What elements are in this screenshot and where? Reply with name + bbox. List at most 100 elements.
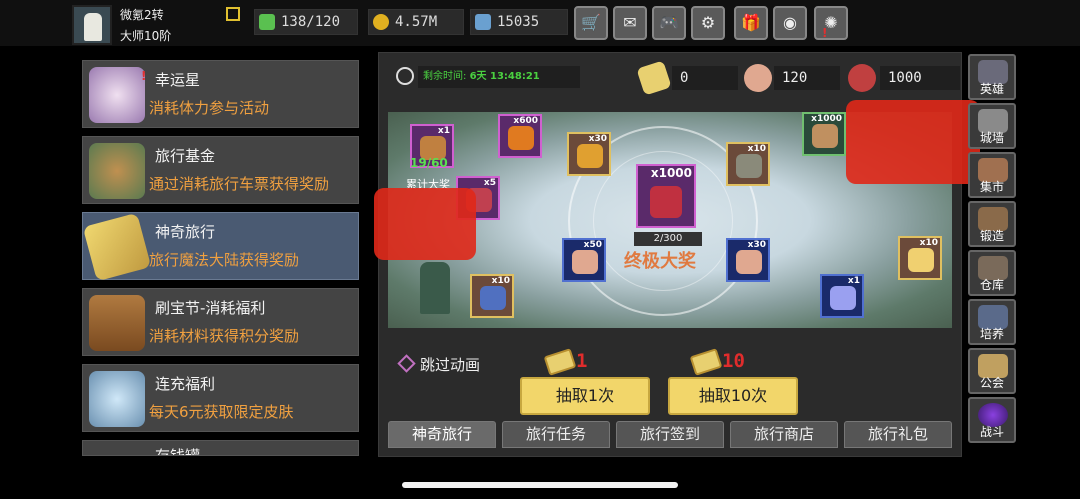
ten-draw-cost: 10 — [722, 350, 745, 372]
event-title: 旅行基金 — [155, 147, 216, 165]
event-item-lucky-star[interactable]: ! 幸运星 消耗体力参与活动 — [82, 60, 359, 128]
timer-label: 剩余时间: — [423, 71, 467, 82]
reward-slot[interactable]: x10 — [898, 236, 942, 280]
stamina-value: 138/120 — [281, 14, 341, 30]
reward-slot[interactable]: x30 — [567, 132, 611, 176]
grand-prize-slot[interactable]: x1000 — [636, 164, 696, 228]
clock-icon — [396, 67, 414, 85]
color-button[interactable]: ◉ — [773, 6, 807, 40]
red-bag-icon — [848, 64, 876, 92]
gear-icon: ⚙ — [700, 13, 716, 32]
crystal-icon — [908, 248, 934, 272]
pouch-icon — [744, 64, 772, 92]
nav-city-wall[interactable]: 城墙 — [968, 103, 1016, 149]
orange-gem-icon — [577, 144, 603, 168]
reward-slot[interactable]: x10 — [726, 142, 770, 186]
money-bag-icon — [89, 143, 145, 199]
event-item-piggy-bank[interactable]: 存钱罐 — [82, 440, 359, 456]
gift-button[interactable]: 🎁 — [734, 6, 768, 40]
ticket-icon — [82, 212, 152, 282]
cart-icon: 🛒 — [581, 13, 601, 32]
skip-animation-label: 跳过动画 — [420, 356, 481, 374]
reward-slot[interactable]: x10 — [470, 274, 514, 318]
event-desc: 消耗体力参与活动 — [149, 99, 270, 117]
star-gem-icon — [830, 286, 856, 310]
cumulative-progress: 19/60 — [410, 156, 448, 170]
gem-value: 15035 — [497, 14, 540, 30]
draw-ten-button[interactable]: 抽取10次 — [668, 377, 798, 415]
alert-icon: ! — [141, 69, 147, 83]
player-name: 微氪2转 — [120, 8, 164, 22]
reward-slot[interactable]: x1000 — [802, 112, 846, 156]
mail-button[interactable]: ✉ — [613, 6, 647, 40]
treasure-chest-icon — [89, 295, 145, 351]
shop-button[interactable]: 🛒 — [574, 6, 608, 40]
event-desc: 每天6元获取限定皮肤 — [149, 403, 294, 421]
bag-count: 1000 — [880, 66, 960, 90]
settings-button[interactable]: ⚙ — [691, 6, 725, 40]
event-title: 刷宝节-消耗福利 — [155, 299, 266, 317]
stamina-icon — [259, 14, 275, 30]
redaction-mark — [846, 100, 980, 184]
player-rank: 大师10阶 — [120, 29, 172, 43]
ticket-count: 0 — [672, 66, 738, 90]
nav-battle[interactable]: 战斗 — [968, 397, 1016, 443]
gold-value: 4.57M — [395, 14, 438, 30]
hero-character — [420, 262, 450, 314]
stamina-counter: 138/120 — [254, 9, 358, 35]
gift-icon: 🎁 — [741, 13, 761, 32]
star-icon — [89, 67, 145, 123]
remaining-time: 剩余时间: 6天 13:48:21 — [418, 66, 580, 88]
reward-slot[interactable]: x50 — [562, 238, 606, 282]
draw-once-button[interactable]: 抽取1次 — [520, 377, 650, 415]
nav-warehouse[interactable]: 仓库 — [968, 250, 1016, 296]
event-desc: 通过消耗旅行车票获得奖励 — [149, 175, 330, 193]
pouch-count: 120 — [774, 66, 840, 90]
pouch-icon — [572, 250, 598, 274]
grand-prize-progress: 2/300 — [634, 232, 702, 246]
event-desc: 消耗材料获得积分奖励 — [149, 327, 300, 345]
grand-prize-label: 终极大奖 — [624, 251, 696, 272]
player-avatar[interactable] — [72, 5, 112, 45]
event-title: 存钱罐 — [155, 447, 201, 456]
red-bag-icon — [650, 186, 682, 218]
color-wheel-icon: ◉ — [783, 13, 797, 32]
nav-market[interactable]: 集市 — [968, 152, 1016, 198]
reward-slot[interactable]: x1 — [820, 274, 864, 318]
tab-travel-shop[interactable]: 旅行商店 — [730, 421, 838, 448]
event-desc: 旅行魔法大陆获得奖励 — [149, 251, 300, 269]
event-item-magic-travel[interactable]: 神奇旅行 旅行魔法大陆获得奖励 — [82, 212, 359, 282]
tab-travel-checkin[interactable]: 旅行签到 — [616, 421, 724, 448]
event-item-recharge-bonus[interactable]: 连充福利 每天6元获取限定皮肤 — [82, 364, 359, 432]
alert-icon: ! — [822, 26, 828, 40]
edit-icon[interactable] — [226, 7, 240, 21]
nav-cultivate[interactable]: 培养 — [968, 299, 1016, 345]
event-title: 神奇旅行 — [155, 223, 216, 241]
tab-travel-tasks[interactable]: 旅行任务 — [502, 421, 610, 448]
nav-guild[interactable]: 公会 — [968, 348, 1016, 394]
reward-slot[interactable]: x600 — [498, 114, 542, 158]
gem-icon — [475, 14, 491, 30]
event-title: 连充福利 — [155, 375, 216, 393]
mail-icon: ✉ — [623, 13, 637, 32]
games-button[interactable]: 🎮 — [652, 6, 686, 40]
single-draw-cost: 1 — [576, 350, 588, 372]
event-item-travel-fund[interactable]: 旅行基金 通过消耗旅行车票获得奖励 — [82, 136, 359, 204]
ice-crystal-icon — [89, 371, 145, 427]
gold-coin-icon — [373, 14, 389, 30]
pouch-icon — [736, 250, 762, 274]
nav-forge[interactable]: 锻造 — [968, 201, 1016, 247]
bone-icon — [812, 124, 838, 148]
event-title: 幸运星 — [155, 71, 201, 89]
redaction-mark — [374, 188, 476, 260]
blue-ore-icon — [480, 286, 506, 310]
gem-counter: 15035 — [470, 9, 568, 35]
timer-value: 6天 13:48:21 — [469, 71, 540, 82]
event-item-treasure-festival[interactable]: 刷宝节-消耗福利 消耗材料获得积分奖励 — [82, 288, 359, 356]
tab-travel-packs[interactable]: 旅行礼包 — [844, 421, 952, 448]
hammer-icon — [736, 154, 762, 178]
reward-slot[interactable]: x30 — [726, 238, 770, 282]
tab-magic-travel[interactable]: 神奇旅行 — [388, 421, 496, 448]
nav-heroes[interactable]: 英雄 — [968, 54, 1016, 100]
home-indicator[interactable] — [402, 482, 678, 488]
